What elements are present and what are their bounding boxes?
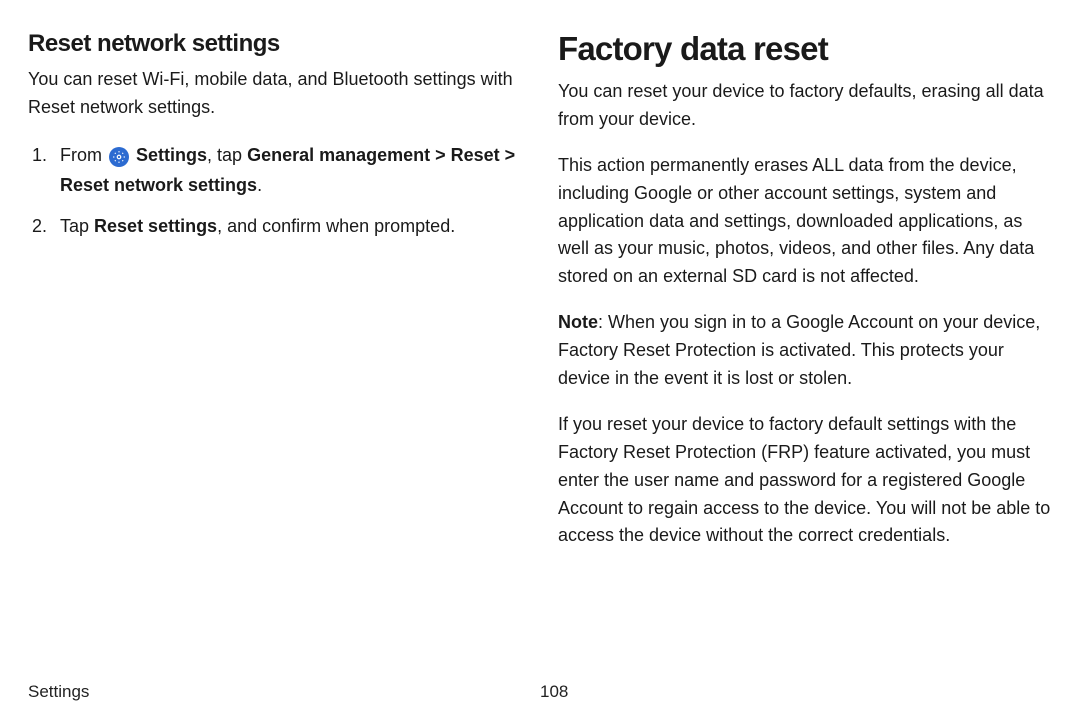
note-label: Note: [558, 312, 598, 332]
step1-settings-label: Settings: [136, 145, 207, 165]
factory-reset-p3: If you reset your device to factory defa…: [558, 411, 1052, 550]
factory-reset-p2: This action permanently erases ALL data …: [558, 152, 1052, 291]
factory-reset-p1: You can reset your device to factory def…: [558, 78, 1052, 134]
settings-gear-icon: [109, 147, 129, 167]
factory-reset-note: Note: When you sign in to a Google Accou…: [558, 309, 1052, 393]
step1-suffix: .: [257, 175, 262, 195]
step2-prefix: Tap: [60, 216, 94, 236]
reset-network-steps: From Settings, tap General management > …: [28, 140, 522, 242]
reset-network-heading: Reset network settings: [28, 30, 522, 58]
step2-suffix: , and confirm when prompted.: [217, 216, 455, 236]
content-columns: Reset network settings You can reset Wi-…: [28, 30, 1052, 676]
step1-prefix: From: [60, 145, 107, 165]
page-footer: Settings 108: [28, 676, 1052, 702]
reset-network-intro: You can reset Wi-Fi, mobile data, and Bl…: [28, 66, 522, 122]
step-2: Tap Reset settings, and confirm when pro…: [28, 211, 522, 242]
footer-page-number: 108: [540, 682, 1052, 702]
step1-mid: , tap: [207, 145, 247, 165]
step2-bold: Reset settings: [94, 216, 217, 236]
factory-reset-heading: Factory data reset: [558, 30, 1052, 68]
right-column: Factory data reset You can reset your de…: [558, 30, 1052, 676]
step-1: From Settings, tap General management > …: [28, 140, 522, 201]
footer-section-label: Settings: [28, 682, 540, 702]
left-column: Reset network settings You can reset Wi-…: [28, 30, 522, 676]
note-body: : When you sign in to a Google Account o…: [558, 312, 1040, 388]
